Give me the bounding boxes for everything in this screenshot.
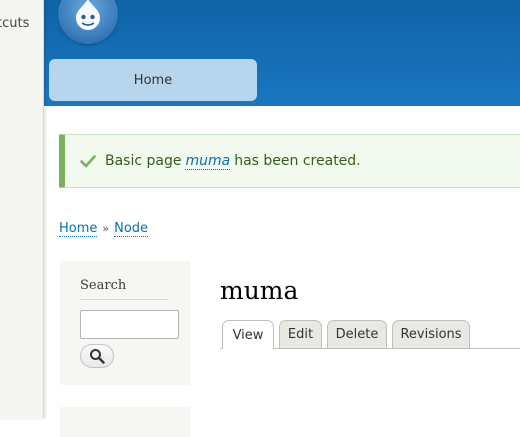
status-prefix: Basic page [105,153,182,169]
drupal-drop-icon [76,0,100,30]
search-button[interactable] [80,344,114,368]
admin-toolbar-tray: tcuts [0,0,44,418]
search-block: Search [60,261,190,385]
breadcrumb: Home » Node [59,221,149,237]
breadcrumb-node-link[interactable]: Node [114,221,149,237]
tab-revisions-label: Revisions [400,327,462,342]
status-suffix: has been created. [234,153,361,169]
tab-edit[interactable]: Edit [279,320,322,348]
page-title: muma [220,276,299,305]
breadcrumb-home-link[interactable]: Home [59,221,98,237]
toolbar-item-shortcuts[interactable]: tcuts [0,16,29,31]
status-node-link[interactable]: muma [185,153,231,170]
primary-tab-home[interactable]: Home [49,59,257,101]
site-header: Home [44,0,520,106]
breadcrumb-separator: » [102,222,110,235]
tab-edit-label: Edit [287,327,314,342]
tab-view-label: View [232,327,264,343]
search-input[interactable] [80,310,179,339]
tab-view[interactable]: View [222,320,274,349]
primary-tab-home-label: Home [133,72,173,88]
tab-delete-label: Delete [335,327,379,342]
status-message: Basic page muma has been created. [59,134,520,188]
tab-delete[interactable]: Delete [327,320,387,348]
search-icon [90,349,105,364]
tab-revisions[interactable]: Revisions [392,320,470,348]
sidebar-block [60,407,190,437]
check-icon [79,152,97,170]
search-block-title: Search [80,278,168,300]
drupal-logo-icon[interactable] [58,0,118,44]
